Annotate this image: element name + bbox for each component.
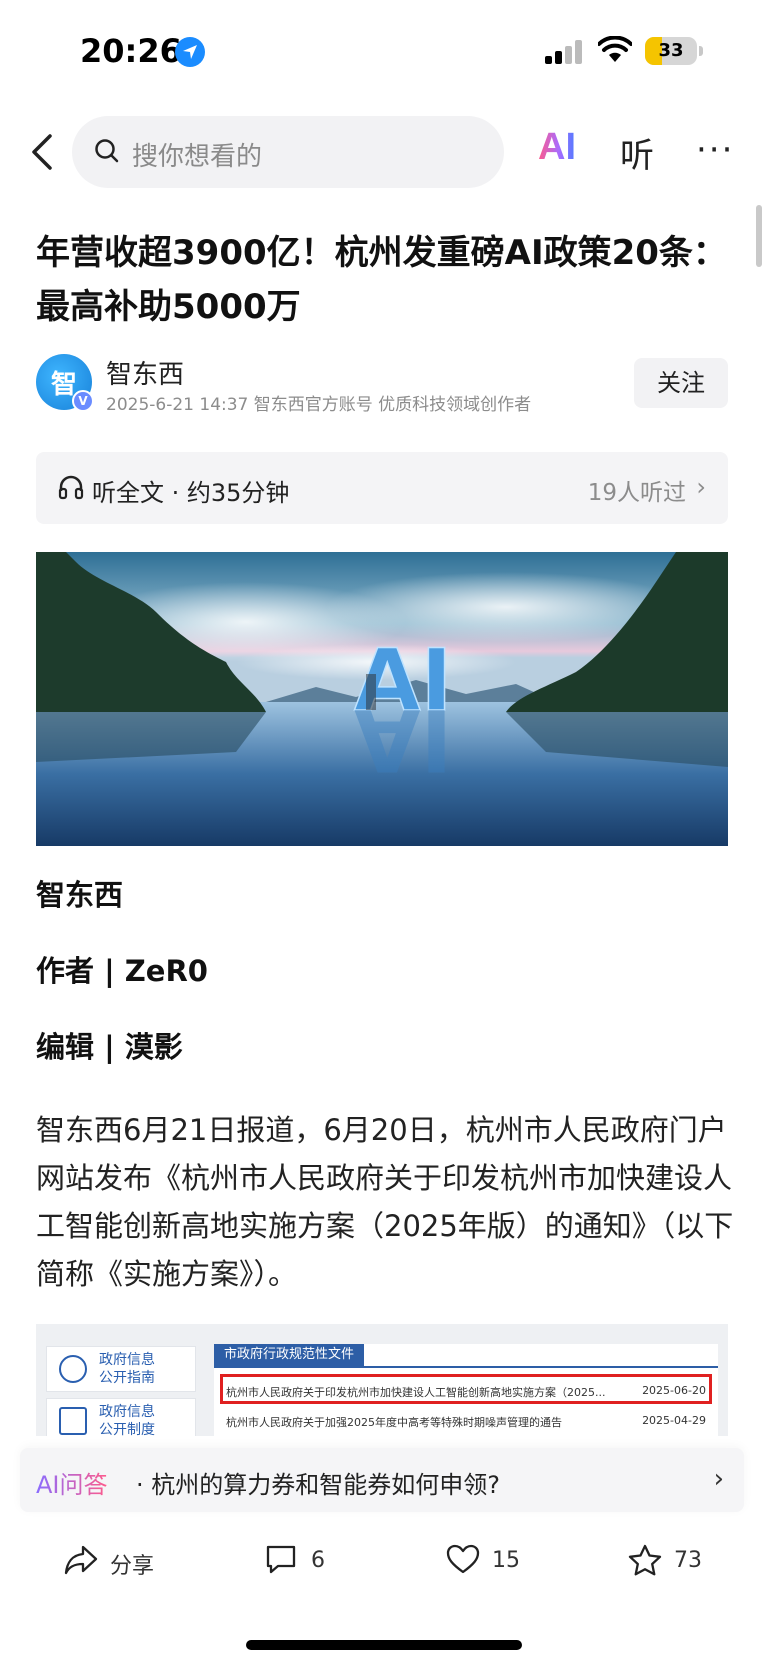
cellular-signal-icon — [545, 40, 585, 64]
chevron-right-icon: › — [696, 473, 706, 501]
document-icon — [59, 1407, 87, 1435]
battery-level: 33 — [658, 40, 684, 61]
document-row: 杭州市人民政府关于印发杭州市加快建设人工智能创新高地实施方案（2025... 2… — [226, 1384, 706, 1400]
comment-count: 6 — [311, 1548, 325, 1573]
document-title: 杭州市人民政府关于印发杭州市加快建设人工智能创新高地实施方案（2025... — [226, 1386, 606, 1399]
sidebar-item-guide: 政府信息 公开指南 — [46, 1346, 196, 1392]
share-button[interactable]: 分享 — [64, 1538, 164, 1582]
headphones-icon — [58, 475, 84, 500]
ai-assistant-button[interactable]: AI — [538, 126, 576, 169]
author-meta: 2025-6-21 14:37 智东西官方账号 优质科技领域创作者 — [106, 395, 532, 415]
top-nav: 搜你想看的 AI 听 ··· — [0, 112, 768, 188]
share-label: 分享 — [110, 1554, 155, 1579]
editor-line: 编辑 | 漠影 — [36, 1030, 183, 1064]
panel-title: 市政府行政规范性文件 — [214, 1344, 365, 1366]
wifi-icon — [598, 36, 632, 62]
like-count: 15 — [492, 1548, 520, 1573]
compass-icon — [59, 1355, 87, 1383]
author-line: 作者 | ZeR0 — [36, 954, 208, 988]
sidebar-item-system: 政府信息 公开制度 — [46, 1398, 196, 1436]
document-date: 2025-06-20 — [642, 1384, 706, 1397]
author-name[interactable]: 智东西 — [106, 354, 184, 391]
more-options-button[interactable]: ··· — [696, 130, 734, 170]
favorite-count: 73 — [674, 1548, 702, 1573]
ai-qa-bar[interactable]: AI问答 · 杭州的算力券和智能券如何申领? › — [20, 1448, 744, 1512]
article-title: 年营收超3900亿！杭州发重磅AI政策20条：最高补助5000万 — [36, 233, 727, 327]
star-icon — [628, 1544, 662, 1576]
status-bar: 20:26 33 — [0, 0, 768, 100]
comment-icon — [266, 1545, 296, 1574]
follow-button[interactable]: 关注 — [634, 358, 728, 408]
hero-image[interactable]: AI AI — [36, 552, 728, 846]
heart-icon — [446, 1544, 480, 1574]
source-line: 智东西 — [36, 878, 124, 912]
document-date: 2025-04-29 — [642, 1414, 706, 1427]
listen-label: 听全文 · 约35分钟 — [92, 479, 290, 507]
sidebar-item-label: 政府信息 公开制度 — [99, 1404, 155, 1436]
bottom-action-bar: 分享 6 15 73 — [0, 1524, 768, 1604]
search-input[interactable]: 搜你想看的 — [72, 116, 504, 188]
verified-badge-icon: V — [72, 390, 94, 412]
search-icon — [95, 139, 119, 163]
status-time: 20:26 — [80, 32, 182, 70]
comment-button[interactable]: 6 — [265, 1538, 345, 1582]
sidebar-item-label: 政府信息 公开指南 — [99, 1352, 155, 1386]
share-icon — [64, 1545, 98, 1575]
back-arrow-icon[interactable] — [28, 132, 58, 172]
document-list-panel: 市政府行政规范性文件 杭州市人民政府关于印发杭州市加快建设人工智能创新高地实施方… — [214, 1344, 718, 1436]
search-placeholder: 搜你想看的 — [132, 142, 263, 172]
author-avatar[interactable]: 智 V — [36, 354, 94, 412]
document-screenshot-image[interactable]: 政府信息 公开指南 政府信息 公开制度 市政府行政规范性文件 杭州市人民政府关于… — [36, 1324, 728, 1436]
location-arrow-icon — [175, 37, 205, 67]
home-indicator[interactable] — [246, 1640, 522, 1650]
listen-button[interactable]: 听 — [620, 128, 654, 177]
listen-full-text-bar[interactable]: 听全文 · 约35分钟 19人听过 › — [36, 452, 728, 524]
favorite-button[interactable]: 73 — [628, 1538, 718, 1582]
ai-qa-tag: AI问答 — [36, 1465, 108, 1500]
article-paragraph: 智东西6月21日报道，6月20日，杭州市人民政府门户网站发布《杭州市人民政府关于… — [36, 1113, 734, 1291]
like-button[interactable]: 15 — [446, 1538, 536, 1582]
document-row: 杭州市人民政府关于加强2025年度中高考等特殊时期噪声管理的通告 2025-04… — [226, 1414, 706, 1430]
listen-count: 19人听过 — [587, 480, 686, 506]
chevron-right-icon: › — [713, 1464, 724, 1494]
battery-icon: 33 — [645, 37, 697, 65]
ai-qa-question: · 杭州的算力券和智能券如何申领? — [136, 1471, 500, 1499]
document-title: 杭州市人民政府关于加强2025年度中高考等特殊时期噪声管理的通告 — [226, 1416, 562, 1429]
scrollbar[interactable] — [756, 205, 762, 267]
